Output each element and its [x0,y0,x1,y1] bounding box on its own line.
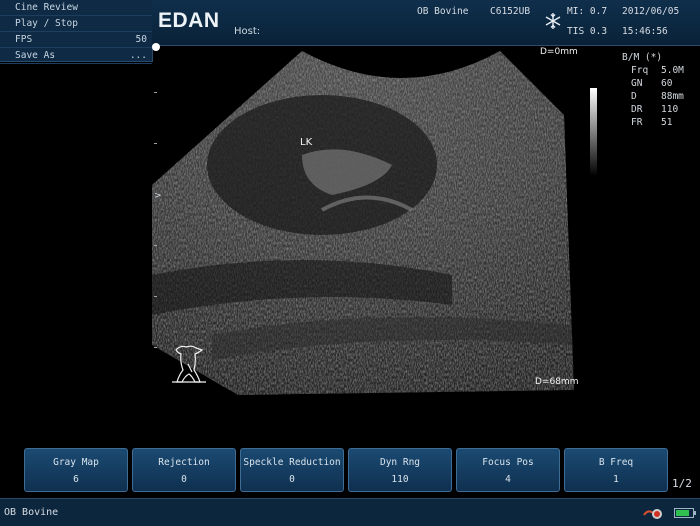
cine-review-label: Cine Review [15,2,78,13]
param-value: 5.0M [661,65,684,76]
dyn-rng-value: 110 [391,474,409,485]
depth-tick [154,347,157,348]
time-readout: 15:46:56 [622,26,668,37]
save-as-ellipsis: ... [129,50,147,61]
exam-preset: OB Bovine [417,6,469,17]
lk-annotation[interactable]: LK [300,137,312,148]
menu-page-indicator[interactable]: 1/2 [672,477,692,490]
cow-body-mark-icon [172,345,206,383]
save-as-label: Save As [15,50,56,61]
fps-label: FPS [15,34,33,45]
rejection-value: 0 [181,474,187,485]
mode-label: B/M (*) [622,52,663,63]
fps-value: 50 [135,34,147,45]
cine-menu: Cine Review Play / Stop FPS 50 Save As .… [0,0,153,64]
snowflake-icon [545,13,561,29]
param-row-gn: GN 60 [631,78,700,91]
param-key: GN [631,78,643,89]
gray-map-button[interactable]: Gray Map 6 [24,448,128,492]
b-freq-value: 1 [613,474,619,485]
speckle-reduction-label: Speckle Reduction [243,457,341,468]
soft-menu-bar: Gray Map 6 Rejection 0 Speckle Reduction… [24,448,668,492]
date-readout: 2012/06/05 [622,6,680,17]
param-key: DR [631,104,643,115]
b-freq-label: B Freq [598,457,634,468]
tis-readout: TIS 0.3 [567,26,608,37]
host-label: Host: [234,26,261,37]
edan-logo: EDAN [158,9,220,32]
save-as-item[interactable]: Save As ... [0,48,152,64]
status-bar: OB Bovine [0,498,700,526]
play-stop-label: Play / Stop [15,18,78,29]
focus-pos-label: Focus Pos [482,457,534,468]
depth-tick [154,143,157,144]
cine-review-item[interactable]: Cine Review [0,0,152,16]
depth-tick [154,245,157,246]
param-key: Frq [631,65,649,76]
focus-pos-button[interactable]: Focus Pos 4 [456,448,560,492]
param-row-fr: FR 51 [631,117,700,130]
battery-icon [674,508,696,518]
battery-level [676,510,689,516]
header-bar: EDAN Host: OB Bovine C6152UB MI: 0.7 TIS… [152,0,700,46]
network-icon [643,509,662,519]
param-row-d: D 88mm [631,91,700,104]
grayscale-bar [590,88,597,176]
depth-top-label: D=0mm [540,47,578,57]
param-key: D [631,91,637,102]
rejection-label: Rejection [158,457,210,468]
dyn-rng-button[interactable]: Dyn Rng 110 [348,448,452,492]
param-value: 51 [661,117,673,128]
depth-bottom-label: D=68mm [535,377,579,387]
dyn-rng-label: Dyn Rng [379,457,421,468]
play-stop-item[interactable]: Play / Stop [0,16,152,32]
param-value: 60 [661,78,673,89]
depth-scale [152,45,160,425]
focus-pos-value: 4 [505,474,511,485]
gray-map-value: 6 [73,474,79,485]
speckle-reduction-value: 0 [289,474,295,485]
rejection-button[interactable]: Rejection 0 [132,448,236,492]
depth-tick [154,296,157,297]
param-row-dr: DR 110 [631,104,700,117]
depth-tick [154,92,157,93]
fps-item[interactable]: FPS 50 [0,32,152,48]
gray-map-label: Gray Map [53,457,99,468]
mi-readout: MI: 0.7 [567,6,608,17]
b-freq-button[interactable]: B Freq 1 [564,448,668,492]
exam-name: OB Bovine [4,507,59,518]
focus-marker-icon: > [154,191,162,201]
ultrasound-image[interactable] [152,45,622,405]
param-value: 110 [661,104,679,115]
param-row-frq: Frq 5.0M [631,65,700,78]
probe-name: C6152UB [490,6,531,17]
param-key: FR [631,117,643,128]
param-value: 88mm [661,91,684,102]
speckle-reduction-button[interactable]: Speckle Reduction 0 [240,448,344,492]
